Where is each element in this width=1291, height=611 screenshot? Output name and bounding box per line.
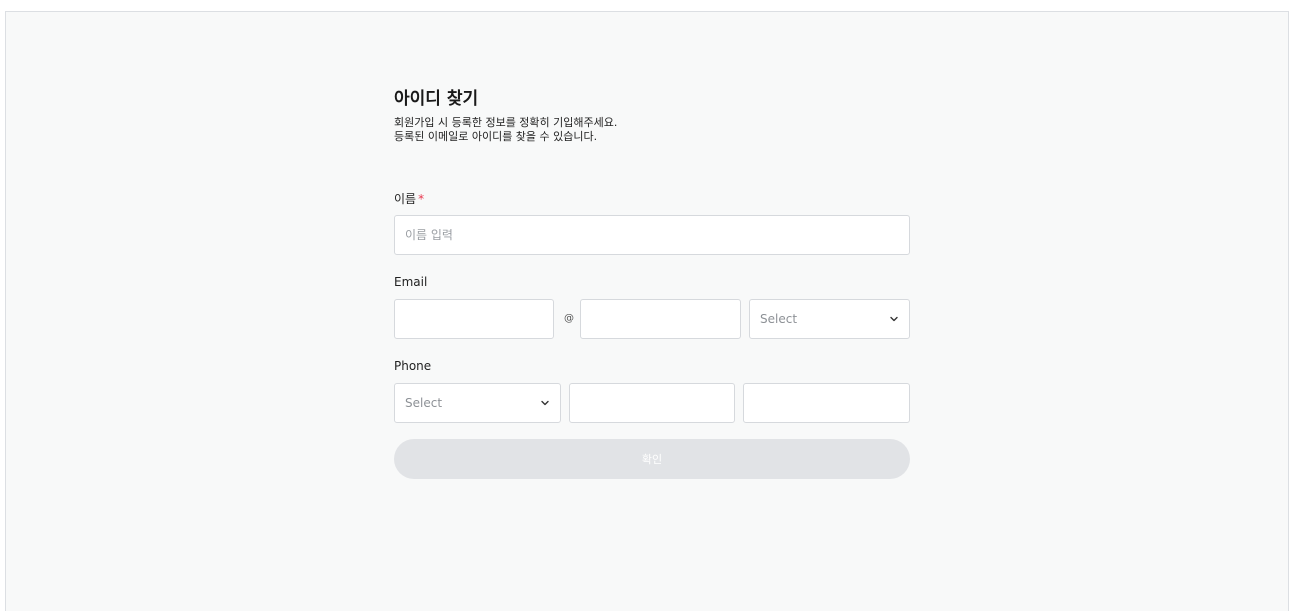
phone-prefix-select[interactable]: Select	[394, 383, 561, 423]
chevron-down-icon	[890, 316, 898, 322]
email-domain-input[interactable]	[580, 299, 741, 339]
page-frame: 아이디 찾기 회원가입 시 등록한 정보를 정확히 기입해주세요. 등록된 이메…	[5, 11, 1289, 611]
confirm-button[interactable]: 확인	[394, 439, 910, 479]
phone-prefix-select-value: Select	[405, 396, 443, 410]
name-label-text: 이름	[394, 192, 417, 206]
description-line-1: 회원가입 시 등록한 정보를 정확히 기입해주세요.	[394, 116, 618, 129]
email-domain-select-value: Select	[760, 312, 798, 326]
phone-label: Phone	[394, 359, 432, 373]
description-line-2: 등록된 이메일로 아이디를 찾을 수 있습니다.	[394, 130, 598, 143]
email-local-input[interactable]	[394, 299, 554, 339]
name-label: 이름 *	[394, 190, 424, 207]
email-label: Email	[394, 275, 428, 289]
chevron-down-icon	[541, 400, 549, 406]
email-domain-select[interactable]: Select	[749, 299, 910, 339]
phone-last-input[interactable]	[743, 383, 910, 423]
phone-middle-input[interactable]	[569, 383, 735, 423]
page-description: 회원가입 시 등록한 정보를 정확히 기입해주세요. 등록된 이메일로 아이디를…	[394, 116, 617, 144]
required-mark: *	[418, 192, 425, 206]
name-input[interactable]	[394, 215, 910, 255]
page-title: 아이디 찾기	[394, 89, 479, 109]
at-sign: @	[564, 313, 574, 324]
